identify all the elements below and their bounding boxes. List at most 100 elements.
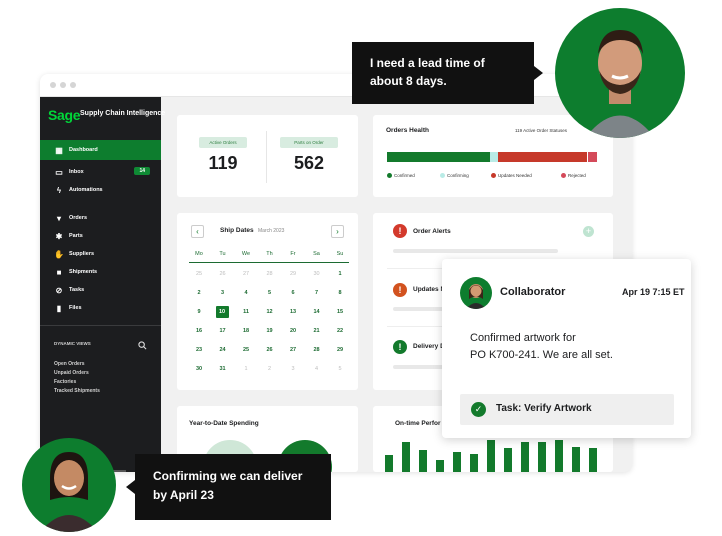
calendar-day[interactable]: 12 [260, 306, 280, 318]
speech-bubble-top: I need a lead time of about 8 days. [352, 42, 534, 104]
orders-health-subtitle: 119 Active Order Statuses [515, 128, 567, 133]
bubble-top-line1: I need a lead time of [370, 56, 485, 70]
calendar-day[interactable]: 22 [330, 325, 350, 337]
ontime-bar[interactable] [538, 442, 546, 472]
calendar-day[interactable]: 20 [283, 325, 303, 337]
window-dot[interactable] [50, 82, 56, 88]
bubble-bottom-line1: Confirming we can deliver [153, 469, 303, 483]
window-dot[interactable] [70, 82, 76, 88]
check-icon: ✓ [471, 402, 486, 417]
calendar-day[interactable]: 25 [236, 344, 256, 356]
dynamic-view-open-orders[interactable]: Open Orders [54, 361, 85, 367]
task-row[interactable]: ✓ Task: Verify Artwork [460, 394, 674, 425]
ontime-bar[interactable] [504, 448, 512, 472]
ontime-bar[interactable] [487, 440, 495, 472]
calendar-day[interactable]: 29 [283, 268, 303, 280]
inbox-icon: ▭ [55, 167, 63, 177]
calendar-day[interactable]: 5 [330, 363, 350, 375]
sidebar-item-label: Automations [69, 187, 103, 193]
calendar-day[interactable]: 1 [330, 268, 350, 280]
calendar-day[interactable]: 30 [307, 268, 327, 280]
calendar-day[interactable]: 4 [236, 287, 256, 299]
chevron-right-icon[interactable]: › [331, 225, 344, 238]
search-icon[interactable] [138, 337, 147, 350]
calendar-day[interactable]: 17 [213, 325, 233, 337]
sidebar-item-shipments[interactable]: ■ Shipments [40, 263, 161, 281]
calendar-day[interactable]: 9 [189, 306, 209, 318]
dynamic-view-tracked-shipments[interactable]: Tracked Shipments [54, 388, 100, 394]
calendar-day[interactable]: 14 [307, 306, 327, 318]
add-alert-icon[interactable]: + [583, 226, 594, 237]
chevron-left-icon[interactable]: ‹ [191, 225, 204, 238]
ontime-bar[interactable] [419, 450, 427, 472]
ontime-bar[interactable] [521, 442, 529, 472]
calendar-day[interactable]: 28 [260, 268, 280, 280]
check-circle-icon: ⊘ [55, 285, 63, 295]
alert-row-delivery[interactable]: Delivery D [413, 343, 445, 350]
calendar-day[interactable]: 31 [213, 363, 233, 375]
calendar-day[interactable]: 4 [307, 363, 327, 375]
inbox-count-badge: 14 [134, 167, 150, 175]
window-dot[interactable] [60, 82, 66, 88]
calendar-weekday: We [241, 251, 251, 257]
sidebar-item-files[interactable]: ▮ Files [40, 299, 161, 317]
calendar-day[interactable]: 29 [330, 344, 350, 356]
sidebar-divider [40, 325, 161, 326]
calendar-day[interactable]: 26 [213, 268, 233, 280]
ontime-bar[interactable] [470, 454, 478, 472]
parts-icon: ✱ [55, 231, 63, 241]
orders-health-bar[interactable] [387, 152, 597, 162]
legend-confirming: Confirming [447, 173, 469, 178]
calendar-day[interactable]: 24 [213, 344, 233, 356]
ontime-bar[interactable] [555, 440, 563, 472]
calendar-day[interactable]: 19 [260, 325, 280, 337]
calendar-day[interactable]: 16 [189, 325, 209, 337]
sidebar-item-tasks[interactable]: ⊘ Tasks [40, 281, 161, 299]
calendar-day[interactable]: 30 [189, 363, 209, 375]
ontime-bar[interactable] [385, 455, 393, 472]
calendar-day[interactable]: 13 [283, 306, 303, 318]
calendar-day[interactable]: 23 [189, 344, 209, 356]
sidebar-item-dashboard[interactable]: ▦ Dashboard [40, 140, 161, 160]
sidebar-item-suppliers[interactable]: ✋ Suppliers [40, 245, 161, 263]
calendar-day[interactable]: 18 [236, 325, 256, 337]
calendar-day[interactable]: 5 [260, 287, 280, 299]
sidebar-item-parts[interactable]: ✱ Parts [40, 227, 161, 245]
calendar-day[interactable]: 6 [283, 287, 303, 299]
collaborator-avatar[interactable] [460, 277, 492, 309]
alert-row-updates[interactable]: Updates N [413, 286, 445, 293]
legend-dot-updates-needed [491, 173, 496, 178]
calendar-day[interactable]: 15 [330, 306, 350, 318]
calendar-day[interactable]: 7 [307, 287, 327, 299]
man-avatar [555, 8, 685, 138]
calendar-day[interactable]: 3 [283, 363, 303, 375]
dynamic-view-unpaid-orders[interactable]: Unpaid Orders [54, 370, 89, 376]
calendar-day[interactable]: 1 [236, 363, 256, 375]
calendar-day[interactable]: 25 [189, 268, 209, 280]
ontime-bar[interactable] [589, 448, 597, 472]
window-titlebar [40, 74, 632, 97]
ontime-bar[interactable] [436, 460, 444, 472]
calendar-day[interactable]: 27 [236, 268, 256, 280]
calendar-day[interactable]: 3 [213, 287, 233, 299]
calendar-day[interactable]: 11 [236, 306, 256, 318]
ontime-bar[interactable] [453, 452, 461, 472]
calendar-day[interactable]: 10 [215, 306, 229, 318]
sidebar-item-label: Parts [69, 233, 83, 239]
calendar-weekday: Tu [219, 251, 226, 257]
calendar-day[interactable]: 26 [260, 344, 280, 356]
ontime-bar[interactable] [572, 447, 580, 472]
ontime-bar[interactable] [402, 442, 410, 472]
calendar-day[interactable]: 2 [260, 363, 280, 375]
calendar-day[interactable]: 2 [189, 287, 209, 299]
sidebar-item-inbox[interactable]: ▭ Inbox 14 [40, 163, 161, 181]
sidebar-item-orders[interactable]: ▾ Orders [40, 209, 161, 227]
calendar-day[interactable]: 27 [283, 344, 303, 356]
sage-logo[interactable]: Sage [48, 107, 81, 123]
dynamic-view-factories[interactable]: Factories [54, 379, 76, 385]
calendar-day[interactable]: 28 [307, 344, 327, 356]
calendar-day[interactable]: 21 [307, 325, 327, 337]
speech-bubble-bottom: Confirming we can deliver by April 23 [135, 454, 331, 520]
sidebar-item-automations[interactable]: ϟ Automations [40, 181, 161, 199]
calendar-day[interactable]: 8 [330, 287, 350, 299]
